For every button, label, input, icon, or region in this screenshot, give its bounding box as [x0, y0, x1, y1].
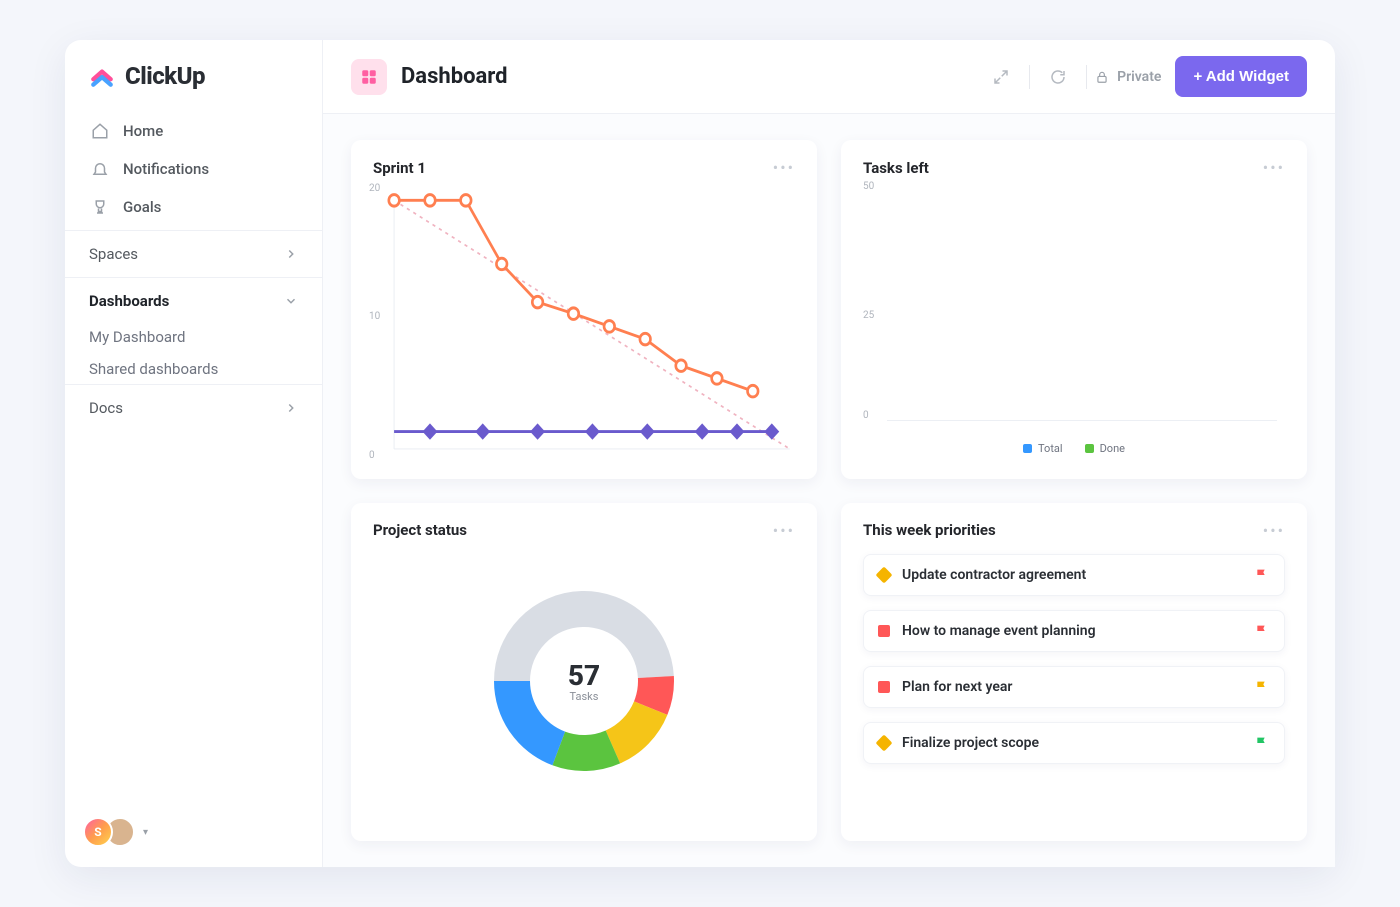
sprint-chart: 20 10 0: [373, 183, 795, 461]
widget-more-button[interactable]: •••: [1263, 158, 1285, 177]
flag-icon: [1254, 567, 1270, 583]
subnav-my-dashboard[interactable]: My Dashboard: [89, 328, 298, 346]
donut-center-label: Tasks: [568, 690, 600, 703]
widget-title: This week priorities: [863, 521, 996, 539]
privacy-label: Private: [1117, 69, 1161, 85]
priority-bullet-icon: [876, 566, 893, 583]
nav-home-label: Home: [123, 122, 163, 140]
donut-center-value: 57: [568, 659, 600, 692]
priority-label: Plan for next year: [902, 679, 1012, 695]
priority-list: Update contractor agreement How to manage…: [863, 554, 1285, 824]
priority-item[interactable]: Finalize project scope: [863, 722, 1285, 764]
divider: [1086, 65, 1087, 89]
home-icon: [91, 122, 109, 140]
nav-goals-label: Goals: [123, 198, 161, 216]
divider: [1029, 65, 1030, 89]
priority-item[interactable]: Plan for next year: [863, 666, 1285, 708]
priority-bullet-icon: [878, 625, 890, 637]
refresh-button[interactable]: [1044, 63, 1072, 91]
widget-priorities: This week priorities ••• Update contract…: [841, 503, 1307, 842]
chart-legend: Total Done: [863, 442, 1285, 455]
project-status-chart: 57 Tasks: [373, 540, 795, 824]
flag-icon: [1254, 623, 1270, 639]
widget-title: Tasks left: [863, 159, 929, 177]
priority-label: How to manage event planning: [902, 623, 1096, 639]
privacy-indicator[interactable]: Private: [1095, 69, 1161, 85]
chevron-right-icon: [284, 401, 298, 415]
widget-title: Project status: [373, 521, 467, 539]
nav-goals[interactable]: Goals: [77, 188, 310, 226]
widget-title: Sprint 1: [373, 159, 426, 177]
section-dashboards-label: Dashboards: [89, 292, 169, 310]
priority-item[interactable]: Update contractor agreement: [863, 554, 1285, 596]
subnav-shared-dashboards[interactable]: Shared dashboards: [89, 360, 298, 378]
expand-button[interactable]: [987, 63, 1015, 91]
priority-bullet-icon: [876, 734, 893, 751]
y-tick: 25: [863, 310, 874, 321]
section-spaces-label: Spaces: [89, 245, 138, 263]
lock-icon: [1095, 70, 1109, 84]
dashboards-subnav: My Dashboard Shared dashboards: [65, 324, 322, 384]
section-docs-label: Docs: [89, 399, 123, 417]
flag-icon: [1254, 735, 1270, 751]
nav-notifications[interactable]: Notifications: [77, 150, 310, 188]
avatar: S: [83, 817, 113, 847]
refresh-icon: [1049, 68, 1067, 86]
widget-tasks-left: Tasks left ••• 50 25 0 Total Done: [841, 140, 1307, 479]
priority-label: Update contractor agreement: [902, 567, 1086, 583]
y-tick: 50: [863, 181, 874, 192]
caret-down-icon[interactable]: ▾: [143, 827, 148, 838]
main: Dashboard Private + Add Widget Sprint 1 …: [323, 40, 1335, 867]
section-docs[interactable]: Docs: [65, 384, 322, 431]
widget-more-button[interactable]: •••: [1263, 521, 1285, 540]
brand-name: ClickUp: [125, 62, 205, 90]
tasks-left-chart: 50 25 0 Total Done: [863, 181, 1285, 461]
sidebar: ClickUp Home Notifications Goals: [65, 40, 323, 867]
y-tick: 10: [369, 311, 380, 322]
flag-icon: [1254, 679, 1270, 695]
clickup-logo-icon: [89, 63, 115, 89]
chevron-down-icon: [284, 294, 298, 308]
expand-icon: [992, 68, 1010, 86]
widget-more-button[interactable]: •••: [773, 158, 795, 177]
trophy-icon: [91, 198, 109, 216]
priority-label: Finalize project scope: [902, 735, 1039, 751]
donut-slice: [494, 681, 565, 765]
priority-bullet-icon: [878, 681, 890, 693]
brand: ClickUp: [65, 62, 322, 108]
nav-notifications-label: Notifications: [123, 160, 209, 178]
priority-item[interactable]: How to manage event planning: [863, 610, 1285, 652]
avatar-stack[interactable]: S: [83, 817, 135, 847]
widget-more-button[interactable]: •••: [773, 521, 795, 540]
nav-home[interactable]: Home: [77, 112, 310, 150]
bell-icon: [91, 160, 109, 178]
page-title: Dashboard: [401, 64, 508, 89]
y-tick: 20: [369, 183, 380, 194]
primary-nav: Home Notifications Goals: [65, 108, 322, 230]
app-window: ClickUp Home Notifications Goals: [65, 40, 1335, 867]
widget-sprint: Sprint 1 ••• 20 10 0: [351, 140, 817, 479]
y-tick: 0: [863, 410, 869, 421]
add-widget-button[interactable]: + Add Widget: [1175, 56, 1307, 97]
sidebar-footer: S ▾: [65, 817, 322, 853]
widget-project-status: Project status ••• 57 Tasks: [351, 503, 817, 842]
dashboard-grid: Sprint 1 ••• 20 10 0: [323, 114, 1335, 867]
section-spaces[interactable]: Spaces: [65, 230, 322, 277]
topbar: Dashboard Private + Add Widget: [323, 40, 1335, 114]
dashboard-icon: [351, 59, 387, 95]
sprint-chart-svg: [373, 183, 795, 461]
section-dashboards[interactable]: Dashboards: [65, 277, 322, 324]
y-tick: 0: [369, 450, 375, 461]
chevron-right-icon: [284, 247, 298, 261]
